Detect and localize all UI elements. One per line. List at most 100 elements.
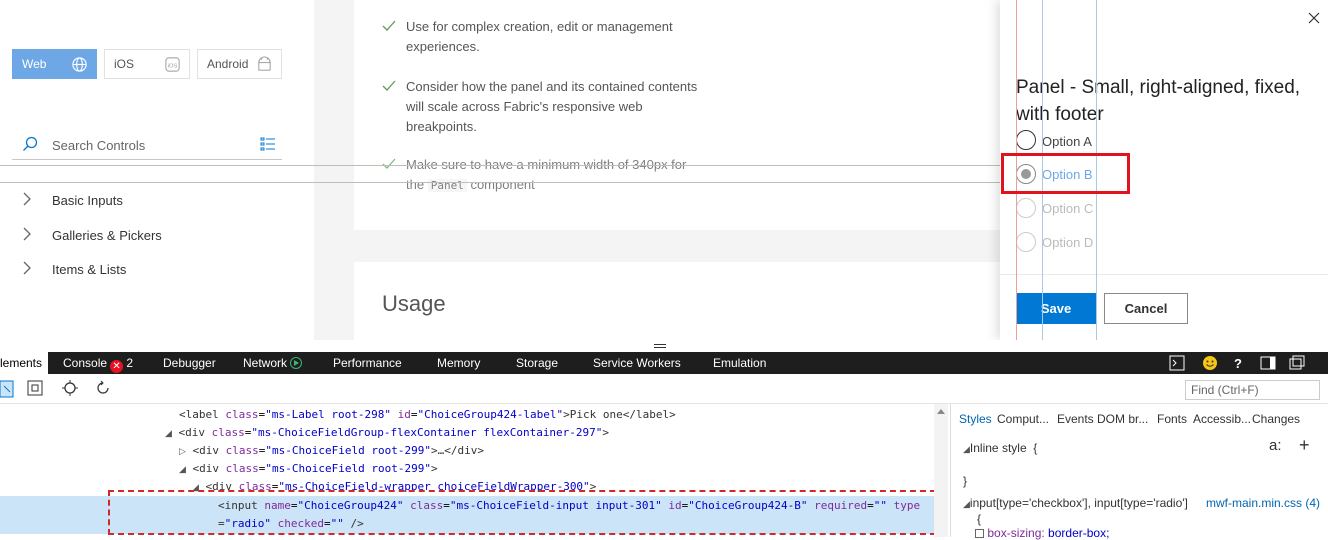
tab-network[interactable]: Network [243,352,303,374]
radio-circle[interactable] [1016,232,1036,252]
help-icon[interactable]: ? [1232,355,1244,371]
platform-label: Web [22,57,47,71]
search-icon [23,136,38,151]
radio-option-d[interactable]: Option D [1016,231,1136,253]
nav-item-label: Items & Lists [52,262,127,277]
nav-item-basic-inputs[interactable]: Basic Inputs [0,185,314,215]
expand-triangle-icon[interactable]: ▷ [179,446,186,456]
styles-tab-fonts[interactable]: Fonts [1157,412,1187,426]
best-practice-item: Make sure to have a minimum width of 340… [382,155,702,196]
platform-label: Android [207,57,249,71]
nav-item-label: Basic Inputs [52,193,123,208]
record-icon [290,357,303,369]
dom-line[interactable]: ◢ <div class="ms-ChoiceFieldGroup-flexCo… [165,424,609,442]
dom-line[interactable]: ◢ <div class="ms-ChoiceField root-299"> [179,460,438,478]
tab-console[interactable]: Console ✕ 2 [63,352,133,374]
best-practice-item: Consider how the panel and its contained… [382,77,702,137]
page-area: Web iOS iOS Android Search Controls Basi… [0,0,1328,340]
checkmark-icon [382,80,396,91]
highlight-box [1001,153,1130,194]
dock-icon[interactable] [1260,355,1276,371]
scrollbar[interactable] [934,404,948,537]
tab-debugger[interactable]: Debugger [163,352,216,374]
filter-list-icon[interactable] [260,136,276,152]
devtools-toolbar [0,374,1328,404]
smiley-feedback-icon[interactable] [1202,355,1218,371]
styles-tab-computed[interactable]: Comput... [997,412,1049,426]
css-source-link[interactable]: mwf-main.min.css (4) [1206,496,1320,510]
css-rule-selector[interactable]: ◢input[type='checkbox'], input[type='rad… [963,496,1188,510]
styles-tab-styles[interactable]: Styles [959,412,992,426]
platform-label: iOS [114,57,135,71]
nav-item-galleries-pickers[interactable]: Galleries & Pickers [0,220,314,250]
styles-pane: Styles Comput... Events DOM br... Fonts … [950,404,1328,540]
footer-divider [1000,274,1328,275]
radio-circle[interactable] [1016,198,1036,218]
styles-tab-dom-breakpoints[interactable]: DOM br... [1097,412,1148,426]
tab-storage[interactable]: Storage [516,352,558,374]
checkmark-icon [382,158,396,169]
save-button[interactable]: Save [1016,293,1096,324]
select-element-icon[interactable] [0,380,14,398]
android-icon [258,56,271,71]
close-icon[interactable] [1308,12,1320,24]
radio-circle[interactable] [1016,130,1036,150]
usage-card: Usage [354,262,1000,340]
checkmark-icon [382,20,396,31]
styles-tab-events[interactable]: Events [1057,412,1094,426]
cancel-button[interactable]: Cancel [1104,293,1188,324]
platform-android-button[interactable]: Android [197,49,282,79]
highlight-box [108,490,936,535]
tab-elements[interactable]: lements [0,352,48,374]
drag-grip-icon[interactable] [654,344,666,348]
nav-item-label: Galleries & Pickers [52,228,162,243]
rule-open-brace: { [977,512,982,526]
scroll-up-icon[interactable] [934,406,948,418]
radio-label: Option A [1042,134,1092,149]
devtools-splitter[interactable] [0,340,1328,352]
tab-service-workers[interactable]: Service Workers [593,352,681,374]
styles-tab-changes[interactable]: Changes [1252,412,1300,426]
inline-style-rule[interactable]: ◢Inline style { [963,441,1037,455]
platform-ios-button[interactable]: iOS iOS [104,49,190,79]
best-practices-card: Use for complex creation, edit or manage… [354,0,1000,230]
error-count: 2 [126,356,134,370]
inline-code: Panel [427,179,467,192]
guide-line [0,165,1000,166]
radio-option-c[interactable]: Option C [1016,197,1136,219]
error-icon: ✕ [110,360,124,373]
color-picker-icon[interactable] [62,380,78,396]
collapse-triangle-icon[interactable]: ◢ [165,428,172,438]
panel-title: Panel - Small, right-aligned, fixed, wit… [1016,77,1301,125]
nav-item-items-lists[interactable]: Items & Lists [0,254,314,284]
dom-line[interactable]: ▷ <div class="ms-ChoiceField root-299">…… [179,442,484,460]
box-model-icon[interactable] [27,380,43,396]
left-nav: Web iOS iOS Android Search Controls Basi… [0,0,314,340]
tab-memory[interactable]: Memory [437,352,480,374]
guide-line [0,182,1000,183]
radio-option-a[interactable]: Option A [1016,129,1136,151]
css-property[interactable]: box-sizing: border-box; [975,526,1109,540]
devtools-tabbar: lements Console ✕ 2 Debugger Network Perf… [0,352,1328,374]
find-input[interactable]: Find (Ctrl+F) [1185,380,1320,400]
tab-performance[interactable]: Performance [333,352,402,374]
svg-text:iOS: iOS [168,63,178,69]
rule-close-brace: } [963,474,968,488]
tab-emulation[interactable]: Emulation [713,352,766,374]
dom-line[interactable]: <label class="ms-Label root-298" id="Cho… [179,406,676,423]
chevron-right-icon [23,261,31,275]
usage-heading: Usage [382,291,446,316]
ios-icon: iOS [165,57,180,72]
console-drawer-icon[interactable] [1169,355,1185,371]
undock-icon[interactable] [1289,355,1305,371]
new-rule-icon[interactable]: a: [1269,437,1282,454]
platform-web-button[interactable]: Web [12,49,97,79]
svg-text:?: ? [1234,356,1242,371]
search-controls[interactable]: Search Controls [12,128,282,160]
collapse-triangle-icon[interactable]: ◢ [179,464,186,474]
styles-tab-accessibility[interactable]: Accessib... [1193,412,1251,426]
search-input[interactable]: Search Controls [52,138,145,153]
add-icon[interactable]: + [1299,435,1310,456]
best-practice-item: Use for complex creation, edit or manage… [382,17,702,57]
refresh-dom-icon[interactable] [95,380,111,396]
